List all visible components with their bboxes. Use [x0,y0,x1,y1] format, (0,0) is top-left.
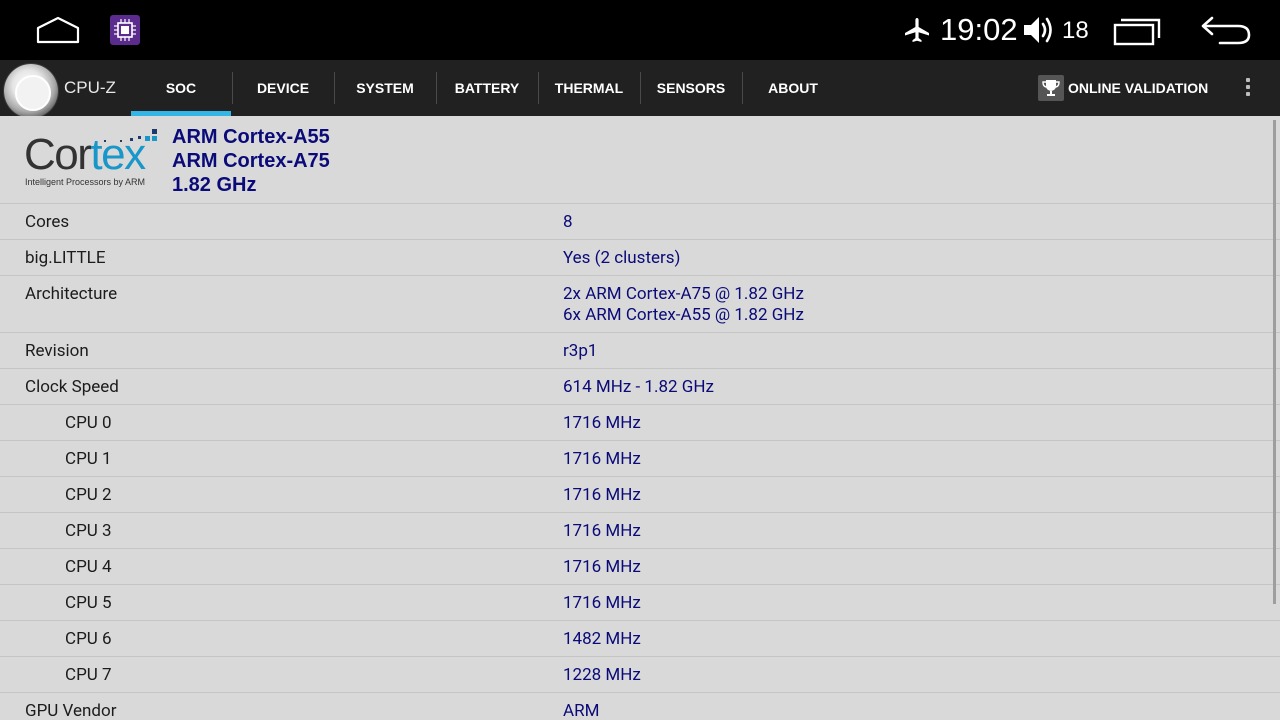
row-label: Architecture [25,284,118,304]
row-label: GPU Vendor [25,701,117,720]
row-value: 1716 MHz [563,485,641,505]
soc-header: Cortex Intelligent Processors by ARM ARM… [0,116,1280,204]
clock-time: 19:02 [940,12,1018,47]
row-value: Yes (2 clusters) [563,248,681,268]
row-label: CPU 4 [65,557,112,577]
row-label: big.LITTLE [25,248,106,268]
row-value: 1228 MHz [563,665,641,685]
status-bar: 19:02 18 [0,0,1280,60]
tab-system[interactable]: SYSTEM [334,60,436,116]
row-value: 2x ARM Cortex-A75 @ 1.82 GHz 6x ARM Cort… [563,284,804,326]
row-cpu-7: CPU 7 1228 MHz [0,657,1280,693]
row-label: Cores [25,212,70,232]
row-cpu-1: CPU 1 1716 MHz [0,441,1280,477]
soc-core-type-1: ARM Cortex-A55 [172,126,330,148]
online-validation-label: ONLINE VALIDATION [1068,80,1209,96]
row-cpu-0: CPU 0 1716 MHz [0,405,1280,441]
soc-core-type-2: ARM Cortex-A75 [172,150,330,172]
row-architecture: Architecture 2x ARM Cortex-A75 @ 1.82 GH… [0,276,1280,333]
row-value: 614 MHz - 1.82 GHz [563,377,714,397]
row-value: ARM [563,701,600,720]
overflow-menu-icon[interactable] [1236,76,1260,100]
volume-level: 18 [1062,17,1089,44]
home-icon[interactable] [36,16,80,44]
recent-apps-icon[interactable] [1112,16,1162,46]
row-value: 1716 MHz [563,557,641,577]
row-cpu-4: CPU 4 1716 MHz [0,549,1280,585]
tab-battery[interactable]: BATTERY [436,60,538,116]
online-validation-button[interactable]: ONLINE VALIDATION [1038,60,1208,116]
row-value: r3p1 [563,341,598,361]
row-cores: Cores 8 [0,204,1280,240]
row-value: 8 [563,212,573,232]
row-label: Clock Speed [25,377,119,397]
tab-thermal[interactable]: THERMAL [538,60,640,116]
app-chip-icon[interactable] [110,15,140,45]
app-title: CPU-Z [64,78,116,97]
row-label: CPU 2 [65,485,112,505]
soc-info-panel[interactable]: Cortex Intelligent Processors by ARM ARM… [0,116,1280,720]
tab-bar: SOC DEVICE SYSTEM BATTERY THERMAL SENSOR… [130,60,844,116]
cortex-wordmark: Cortex [24,130,146,179]
row-revision: Revision r3p1 [0,333,1280,369]
row-value: 1716 MHz [563,413,641,433]
row-label: CPU 0 [65,413,112,433]
row-cpu-6: CPU 6 1482 MHz [0,621,1280,657]
row-cpu-5: CPU 5 1716 MHz [0,585,1280,621]
row-gpu-vendor: GPU Vendor ARM [0,693,1280,720]
row-big-little: big.LITTLE Yes (2 clusters) [0,240,1280,276]
tab-device[interactable]: DEVICE [232,60,334,116]
cpu-z-logo-icon [4,64,58,118]
arm-cortex-logo: Cortex Intelligent Processors by ARM [24,128,160,192]
row-label: CPU 5 [65,593,112,613]
row-value: 1716 MHz [563,449,641,469]
airplane-mode-icon [905,18,929,42]
row-label: CPU 6 [65,629,112,649]
row-cpu-2: CPU 2 1716 MHz [0,477,1280,513]
row-clock-speed: Clock Speed 614 MHz - 1.82 GHz [0,369,1280,405]
row-label: CPU 3 [65,521,112,541]
tab-sensors[interactable]: SENSORS [640,60,742,116]
row-value: 1482 MHz [563,629,641,649]
row-label: CPU 7 [65,665,112,685]
volume-icon[interactable] [1022,14,1058,46]
tab-soc[interactable]: SOC [130,60,232,116]
tab-about[interactable]: ABOUT [742,60,844,116]
architecture-cluster-1: 2x ARM Cortex-A75 @ 1.82 GHz [563,284,804,304]
cortex-tagline: Intelligent Processors by ARM [25,177,146,187]
trophy-icon [1038,75,1064,101]
row-value: 1716 MHz [563,521,641,541]
soc-summary: ARM Cortex-A55 ARM Cortex-A75 1.82 GHz [172,125,330,197]
row-label: Revision [25,341,89,361]
row-cpu-3: CPU 3 1716 MHz [0,513,1280,549]
row-value: 1716 MHz [563,593,641,613]
back-icon[interactable] [1200,14,1252,46]
row-label: CPU 1 [65,449,112,469]
architecture-cluster-2: 6x ARM Cortex-A55 @ 1.82 GHz [563,305,804,325]
soc-max-frequency: 1.82 GHz [172,174,257,196]
scrollbar[interactable] [1273,120,1276,604]
